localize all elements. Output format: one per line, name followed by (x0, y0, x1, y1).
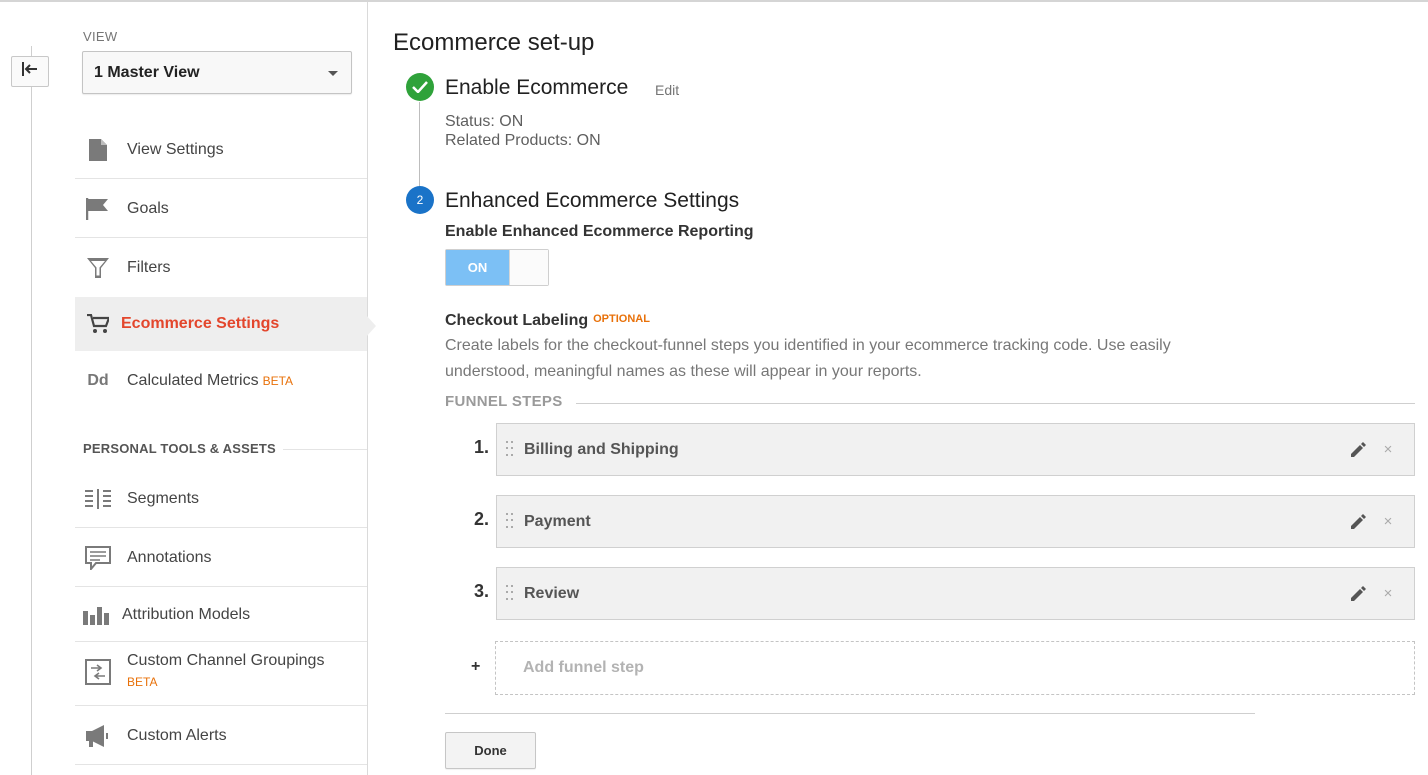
nav-divider (75, 586, 367, 587)
nav-divider (75, 237, 367, 238)
funnel-step-row[interactable]: Review × (496, 567, 1415, 620)
funnel-step-number: 2. (474, 509, 490, 529)
nav-divider (75, 764, 367, 765)
enhanced-ecommerce-label: Enable Enhanced Ecommerce Reporting (445, 223, 754, 240)
nav-item-view-settings[interactable]: View Settings (75, 122, 367, 177)
nav-divider (75, 705, 367, 706)
dd-icon: Dd (87, 371, 109, 389)
toggle-on-label: ON (446, 250, 509, 285)
funnel-steps-divider (576, 403, 1415, 404)
funnel-step-number: 1. (474, 437, 490, 457)
remove-step-icon[interactable]: × (1378, 513, 1398, 530)
caret-down-icon (328, 71, 338, 76)
beta-badge: BETA (262, 373, 294, 388)
main-panel: Ecommerce set-up Enable Ecommerce Edit S… (368, 2, 1428, 775)
nav-item-filters[interactable]: Filters (75, 240, 367, 295)
nav-item-label: Calculated Metrics (127, 371, 259, 389)
beta-badge: BETA (127, 675, 158, 689)
step-number-badge: 2 (406, 186, 434, 214)
nav-item-label: Filters (127, 258, 171, 276)
bars-icon (83, 603, 109, 627)
nav-item-label: Segments (127, 489, 200, 507)
nav-item-label: Ecommerce Settings (121, 315, 280, 332)
comment-icon (85, 545, 111, 570)
nav-item-label: Custom Channel Groupings (127, 652, 325, 669)
checkout-description: Create labels for the checkout-funnel st… (445, 337, 1171, 380)
edit-link[interactable]: Edit (655, 82, 679, 98)
nav-divider (75, 527, 367, 528)
funnel-icon (85, 256, 111, 280)
funnel-step-label: Review (524, 584, 580, 602)
step-connector (419, 102, 420, 190)
nav-item-label: Goals (127, 199, 169, 217)
funnel-step-row[interactable]: Billing and Shipping × (496, 423, 1415, 476)
nav-divider (75, 641, 367, 642)
nav-item-label: Annotations (127, 548, 212, 566)
step2-title: Enhanced Ecommerce Settings (445, 189, 740, 212)
enhanced-ecommerce-toggle[interactable]: ON (445, 249, 549, 286)
related-products-text: Related Products: ON (445, 132, 601, 149)
left-rail (31, 46, 32, 775)
nav-item-calculated-metrics[interactable]: Dd Calculated Metrics BETA (75, 353, 367, 408)
drag-handle-icon[interactable] (506, 584, 514, 603)
nav-item-goals[interactable]: Goals (75, 181, 367, 236)
nav-item-segments[interactable]: Segments (75, 471, 367, 526)
funnel-step-label: Payment (524, 512, 591, 530)
pencil-icon[interactable] (1348, 512, 1368, 532)
bottom-divider (445, 713, 1255, 714)
drag-handle-icon[interactable] (506, 512, 514, 531)
checkout-labeling-text: Checkout Labeling (445, 312, 589, 329)
optional-badge: OPTIONAL (593, 313, 650, 325)
funnel-step-label: Billing and Shipping (524, 440, 679, 458)
nav-item-attribution-models[interactable]: Attribution Models (75, 589, 367, 640)
funnel-step-row[interactable]: Payment × (496, 495, 1415, 548)
nav-item-custom-alerts[interactable]: Custom Alerts (75, 708, 367, 763)
add-funnel-step-button[interactable]: Add funnel step (495, 641, 1415, 695)
remove-step-icon[interactable]: × (1378, 585, 1398, 602)
drag-handle-icon[interactable] (506, 440, 514, 459)
step1-title: Enable Ecommerce (445, 76, 629, 99)
funnel-steps-heading: FUNNEL STEPS (445, 393, 563, 410)
segments-icon (85, 487, 111, 511)
channel-icon (85, 659, 111, 685)
back-button[interactable] (11, 56, 49, 87)
back-arrow-icon (21, 62, 39, 81)
checkout-labeling-heading: Checkout Labeling OPTIONAL (445, 312, 650, 330)
plus-icon: + (471, 658, 481, 675)
toggle-knob (509, 250, 548, 285)
sidebar: VIEW 1 Master View View Settings Goals F… (75, 2, 367, 775)
nav-item-label: Attribution Models (122, 605, 251, 623)
page-icon (85, 138, 111, 162)
section-title: PERSONAL TOOLS & ASSETS (83, 441, 276, 456)
pencil-icon[interactable] (1348, 440, 1368, 460)
view-select[interactable]: 1 Master View (82, 51, 352, 94)
remove-step-icon[interactable]: × (1378, 441, 1398, 458)
nav-item-annotations[interactable]: Annotations (75, 530, 367, 585)
nav-item-label: Custom Alerts (127, 726, 227, 744)
nav-item-custom-channel-groupings[interactable]: Custom Channel Groupings BETA (75, 644, 367, 704)
done-button[interactable]: Done (445, 732, 536, 769)
funnel-step-number: 3. (474, 581, 490, 601)
page-title: Ecommerce set-up (393, 29, 595, 56)
megaphone-icon (85, 724, 111, 748)
pencil-icon[interactable] (1348, 584, 1368, 604)
status-text: Status: ON (445, 113, 524, 130)
check-icon (406, 73, 434, 101)
nav-item-ecommerce-settings[interactable]: Ecommerce Settings (75, 297, 367, 351)
cart-icon (85, 312, 111, 336)
view-select-value: 1 Master View (94, 63, 200, 81)
nav-divider (75, 178, 367, 179)
view-label: VIEW (83, 29, 118, 44)
flag-icon (85, 197, 111, 221)
nav-item-label: View Settings (127, 140, 224, 158)
section-divider (283, 449, 367, 450)
